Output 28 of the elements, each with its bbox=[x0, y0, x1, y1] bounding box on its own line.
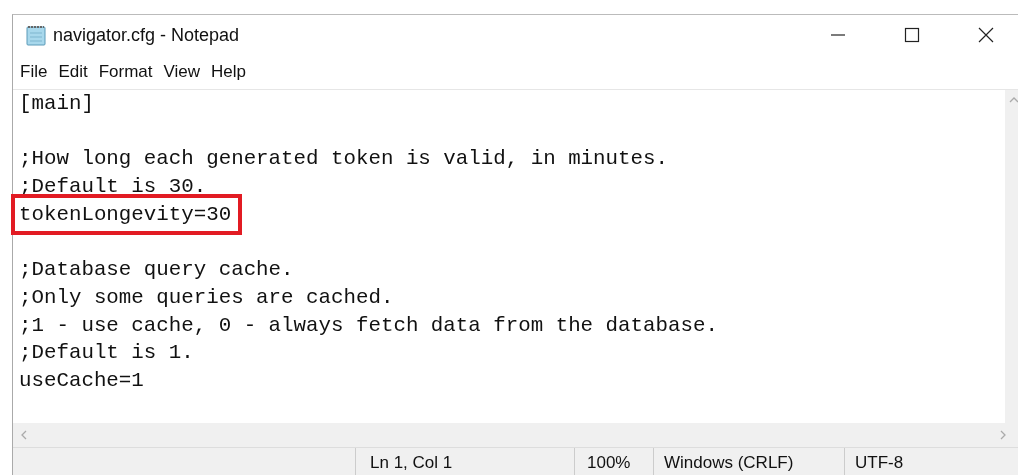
status-field: 100% bbox=[574, 448, 653, 475]
menu-item[interactable]: Format bbox=[98, 62, 153, 82]
status-field: Windows (CRLF) bbox=[653, 448, 844, 475]
code-line: useCache=1 bbox=[19, 367, 144, 394]
scroll-up-icon[interactable] bbox=[1009, 96, 1018, 104]
horizontal-scrollbar[interactable] bbox=[13, 423, 1018, 447]
code-line: ;How long each generated token is valid, in minutes. bbox=[19, 146, 668, 173]
code-line: [main] bbox=[19, 91, 94, 117]
notepad-icon bbox=[25, 24, 47, 46]
close-icon bbox=[978, 27, 994, 43]
menu-item[interactable]: View bbox=[163, 62, 201, 82]
code-line: tokenLongevity=30 bbox=[19, 201, 232, 228]
vertical-scrollbar[interactable] bbox=[1005, 90, 1018, 423]
status-field: UTF-8 bbox=[844, 448, 1018, 475]
scroll-left-icon[interactable] bbox=[20, 430, 28, 440]
window-title: navigator.cfg - Notepad bbox=[53, 24, 240, 46]
maximize-icon bbox=[904, 27, 920, 43]
menu-item[interactable]: Help bbox=[211, 62, 247, 82]
code-line: ;Only some queries are cached. bbox=[19, 284, 394, 311]
minimize-icon bbox=[830, 34, 846, 36]
scroll-right-icon[interactable] bbox=[999, 430, 1007, 440]
code-line: ;Database query cache. bbox=[19, 257, 294, 284]
code-line: ;1 - use cache, 0 - always fetch data from the database. bbox=[19, 312, 718, 339]
code-line: ;Default is 1. bbox=[19, 340, 194, 367]
status-field: Ln 1, Col 1 bbox=[355, 448, 574, 475]
menu-item[interactable]: Edit bbox=[58, 62, 88, 82]
menu-item[interactable]: File bbox=[20, 62, 48, 82]
code-line: ;Default is 30. bbox=[19, 174, 207, 201]
